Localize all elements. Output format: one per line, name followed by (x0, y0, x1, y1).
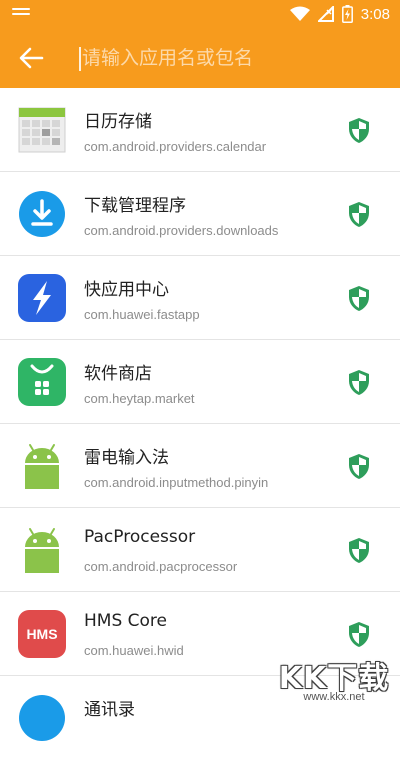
status-indicators: 3:08 (289, 4, 390, 24)
android-robot-icon (25, 528, 59, 573)
app-name: 雷电输入法 (84, 448, 169, 468)
download-icon (19, 191, 65, 237)
shield-icon[interactable] (347, 537, 371, 564)
signal-icon (317, 6, 334, 22)
watermark: KK下载 www.kkx.net (272, 649, 396, 709)
shield-icon[interactable] (347, 369, 371, 396)
watermark-url: www.kkx.net (303, 691, 365, 703)
app-package: com.android.providers.calendar (84, 139, 267, 154)
shield-icon[interactable] (347, 201, 371, 228)
list-item[interactable]: 下载管理程序 com.android.providers.downloads (0, 172, 400, 256)
wifi-icon (289, 6, 310, 21)
app-name: 通讯录 (84, 700, 135, 720)
list-item[interactable]: 雷电输入法 com.android.inputmethod.pinyin (0, 424, 400, 508)
app-package: com.heytap.market (84, 391, 195, 406)
fastapp-lightning-icon (18, 274, 66, 322)
list-item[interactable]: 快应用中心 com.huawei.fastapp (0, 256, 400, 340)
market-bag-icon (18, 358, 66, 406)
shield-icon[interactable] (347, 621, 371, 648)
app-name: 快应用中心 (84, 280, 169, 300)
app-name: 下载管理程序 (84, 196, 186, 216)
app-name: 软件商店 (84, 364, 152, 384)
search-input[interactable] (78, 40, 378, 76)
back-arrow-icon[interactable] (18, 46, 44, 70)
hms-icon-label: HMS (26, 626, 57, 642)
shield-icon[interactable] (347, 285, 371, 312)
app-name: HMS Core (84, 611, 167, 631)
app-name: 日历存储 (84, 112, 152, 132)
list-item[interactable]: 软件商店 com.heytap.market (0, 340, 400, 424)
list-item[interactable]: PacProcessor com.android.pacprocessor (0, 508, 400, 592)
shield-icon[interactable] (347, 117, 371, 144)
notification-icon (12, 8, 30, 20)
app-name: PacProcessor (84, 527, 196, 547)
battery-charging-icon (341, 5, 353, 23)
app-package: com.huawei.fastapp (84, 307, 200, 322)
app-package: com.android.providers.downloads (84, 223, 279, 238)
app-package: com.android.inputmethod.pinyin (84, 475, 269, 490)
status-time: 3:08 (360, 5, 390, 23)
app-package: com.android.pacprocessor (84, 559, 238, 574)
hms-icon: HMS (18, 610, 66, 658)
shield-icon[interactable] (347, 453, 371, 480)
app-package: com.huawei.hwid (84, 643, 184, 658)
contacts-icon (19, 695, 65, 741)
list-item[interactable]: 日历存储 com.android.providers.calendar (0, 88, 400, 172)
app-bar (0, 28, 400, 88)
status-bar: 3:08 (0, 0, 400, 28)
android-robot-icon (25, 444, 59, 489)
calendar-storage-icon (18, 107, 66, 153)
